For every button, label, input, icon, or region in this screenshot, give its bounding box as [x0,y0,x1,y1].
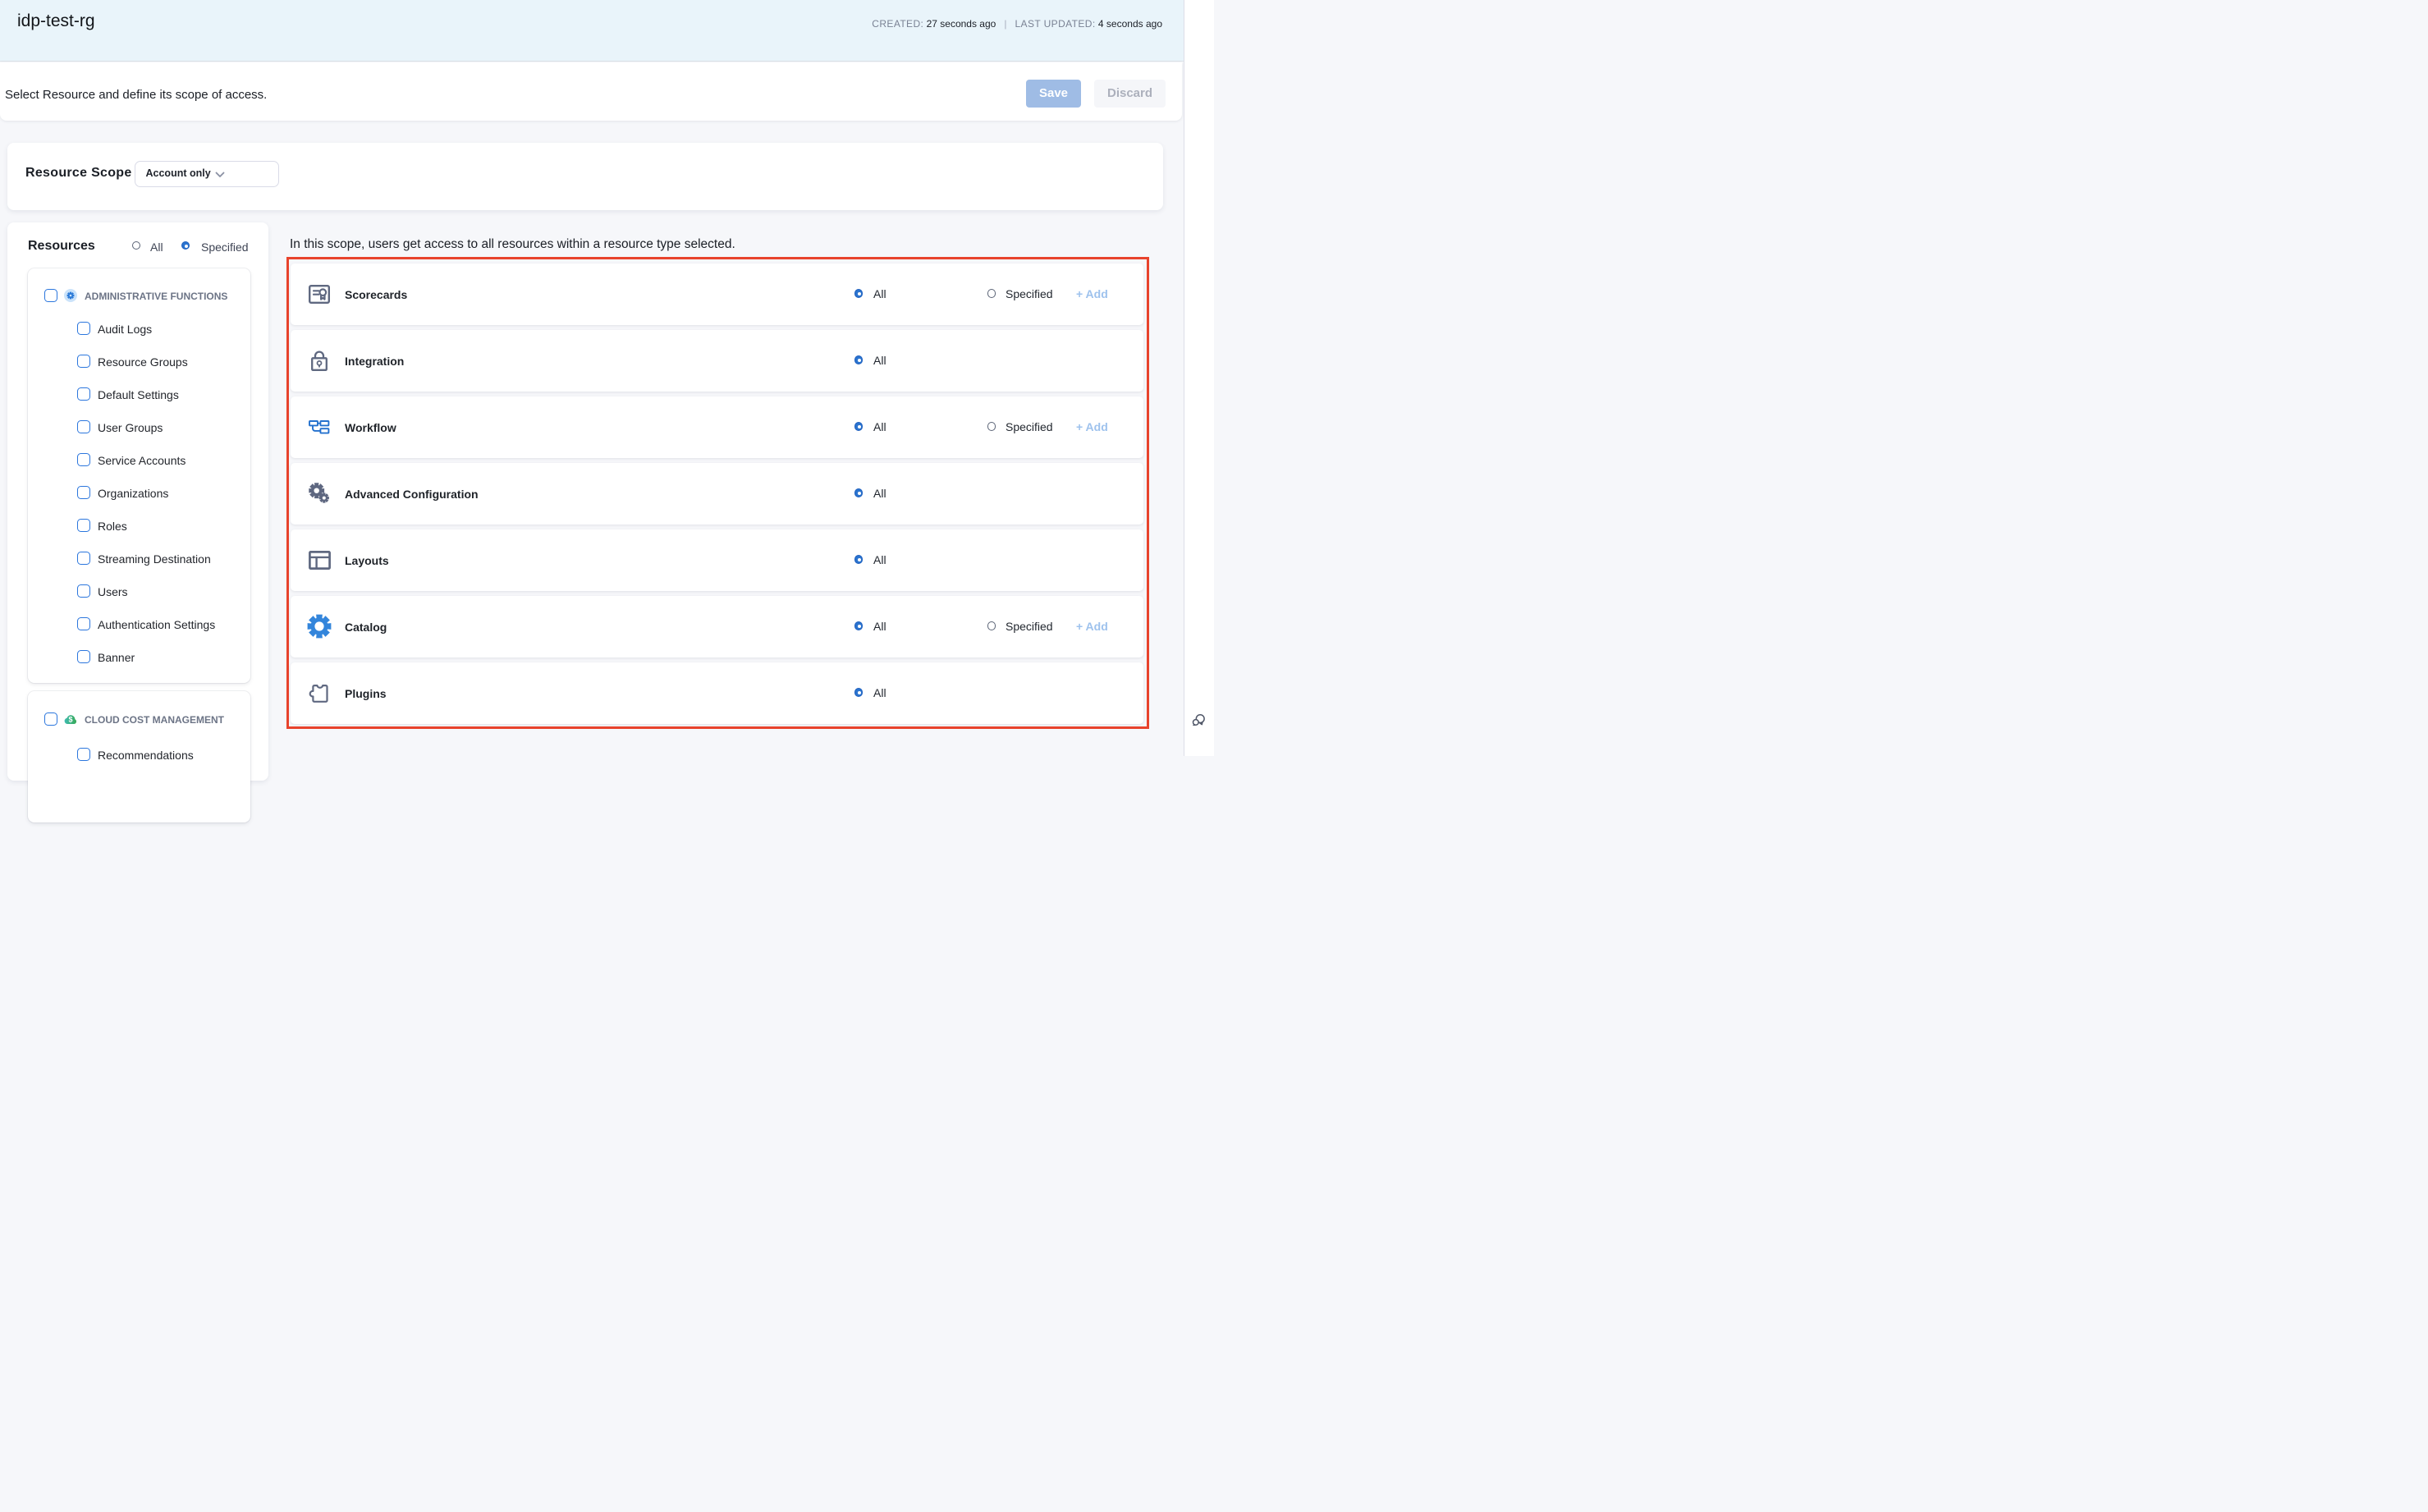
svg-text:$: $ [68,716,72,724]
